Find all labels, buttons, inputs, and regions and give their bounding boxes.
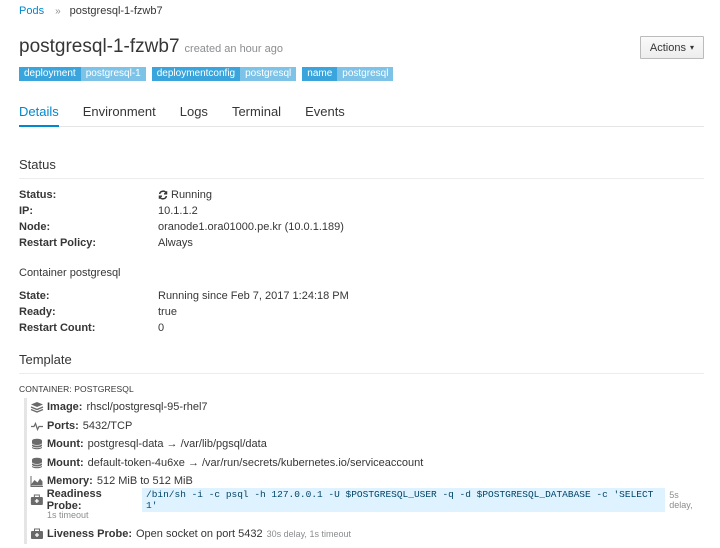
status-row: Status: Running (19, 189, 212, 201)
restart-policy-key: Restart Policy: (19, 237, 97, 249)
state-value: Running since Feb 7, 2017 1:24:18 PM (158, 290, 349, 302)
section-divider (19, 373, 704, 374)
status-value: Running (158, 189, 212, 201)
area-chart-icon (30, 476, 43, 488)
ports-key: Ports: (47, 419, 79, 432)
image-key: Image: (47, 401, 83, 414)
label-key[interactable]: deployment (19, 67, 81, 81)
tab-details[interactable]: Details (19, 104, 59, 127)
node-value: oranode1.ora01000.pe.kr (10.0.1.189) (158, 221, 344, 233)
ready-key: Ready: (19, 306, 56, 318)
container-label: CONTAINER: POSTGRESQL (19, 384, 134, 394)
tab-bar: Details Environment Logs Terminal Events (19, 104, 704, 127)
readiness-probe-row: Readiness Probe: /bin/sh -i -c psql -h 1… (27, 487, 704, 512)
restart-count-row: Restart Count: 0 (19, 322, 164, 334)
section-divider (19, 178, 704, 179)
page-header: postgresql-1-fzwb7 created an hour ago (19, 36, 283, 58)
container-subsection-title: Container postgresql (19, 267, 121, 279)
label-value[interactable]: postgresql (240, 67, 297, 81)
readiness-probe-command: /bin/sh -i -c psql -h 127.0.0.1 -U $POST… (142, 487, 666, 512)
medkit-icon (30, 494, 43, 505)
tab-logs[interactable]: Logs (180, 104, 208, 127)
pulse-icon (31, 421, 43, 431)
breadcrumb: Pods » postgresql-1-fzwb7 (19, 5, 163, 17)
database-icon (31, 457, 43, 469)
ip-key: IP: (19, 205, 34, 217)
status-key: Status: (19, 189, 57, 201)
breadcrumb-link-pods[interactable]: Pods (19, 5, 44, 17)
label-name: name postgresql (302, 67, 394, 81)
ports-row: Ports: 5432/TCP (27, 417, 704, 436)
node-key: Node: (19, 221, 51, 233)
node-row: Node: oranode1.ora01000.pe.kr (10.0.1.18… (19, 221, 344, 233)
pod-labels: deployment postgresql-1 deploymentconfig… (19, 67, 394, 81)
breadcrumb-separator: » (55, 5, 61, 17)
liveness-probe-value: Open socket on port 5432 (135, 528, 263, 541)
state-row: State: Running since Feb 7, 2017 1:24:18… (19, 290, 349, 302)
refresh-icon (158, 190, 168, 200)
restart-policy-row: Restart Policy: Always (19, 237, 193, 249)
mount-row: Mount: postgresql-data → /var/lib/pgsql/… (27, 435, 704, 454)
label-value[interactable]: postgresql-1 (80, 67, 146, 81)
memory-key: Memory: (47, 475, 93, 488)
caret-down-icon: ▾ (689, 43, 694, 52)
readiness-probe-delay: 5s delay, (669, 489, 693, 510)
ip-row: IP: 10.1.1.2 (19, 205, 198, 217)
page-title: postgresql-1-fzwb7 (19, 36, 180, 57)
status-value-text: Running (171, 189, 212, 201)
mount-value: postgresql-data → /var/lib/pgsql/data (87, 438, 267, 451)
ports-value: 5432/TCP (82, 419, 133, 432)
label-key[interactable]: name (302, 67, 338, 81)
ready-value: true (158, 306, 177, 318)
ready-row: Ready: true (19, 306, 177, 318)
page-subtitle: created an hour ago (184, 43, 283, 55)
mount-key: Mount: (47, 438, 84, 451)
mount-key: Mount: (47, 456, 84, 469)
template-section-title: Template (19, 352, 72, 367)
liveness-probe-key: Liveness Probe: (47, 528, 132, 541)
label-value[interactable]: postgresql (337, 67, 394, 81)
liveness-probe-delay: 30s delay, 1s timeout (266, 529, 351, 540)
breadcrumb-current: postgresql-1-fzwb7 (69, 5, 163, 17)
actions-dropdown-button[interactable]: Actions ▾ (639, 36, 704, 59)
liveness-probe-row: Liveness Probe: Open socket on port 5432… (27, 525, 704, 544)
mount-value: default-token-4u6xe → /var/run/secrets/k… (87, 456, 424, 469)
tab-environment[interactable]: Environment (83, 104, 156, 127)
medkit-icon (31, 528, 43, 540)
tab-terminal[interactable]: Terminal (232, 104, 281, 127)
memory-value: 512 MiB to 512 MiB (96, 475, 193, 488)
tab-events[interactable]: Events (305, 104, 345, 127)
database-icon (31, 438, 43, 450)
status-section-title: Status (19, 157, 56, 172)
actions-button-label: Actions (649, 41, 686, 54)
container-template-list: Image: rhscl/postgresql-95-rhel7 Ports: … (24, 398, 704, 544)
state-key: State: (19, 290, 50, 302)
restart-policy-value: Always (158, 237, 193, 249)
image-row: Image: rhscl/postgresql-95-rhel7 (27, 398, 704, 417)
label-deploymentconfig: deploymentconfig postgresql (151, 67, 297, 81)
image-value: rhscl/postgresql-95-rhel7 (86, 401, 208, 414)
label-key[interactable]: deploymentconfig (151, 67, 241, 81)
ip-value: 10.1.1.2 (158, 205, 198, 217)
restart-count-key: Restart Count: (19, 322, 96, 334)
layers-icon (30, 402, 44, 413)
label-deployment: deployment postgresql-1 (19, 67, 146, 81)
restart-count-value: 0 (158, 322, 165, 334)
mount-row: Mount: default-token-4u6xe → /var/run/se… (27, 454, 704, 473)
